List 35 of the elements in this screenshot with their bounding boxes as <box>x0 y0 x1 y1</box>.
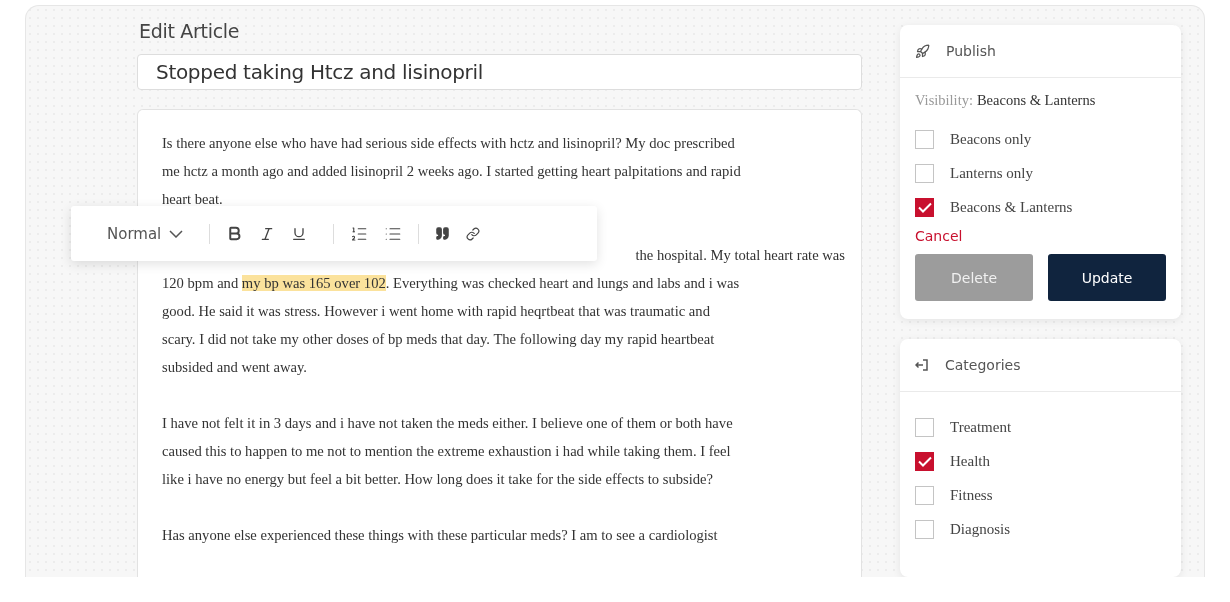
option-label: Beacons only <box>950 130 1032 148</box>
link-button[interactable] <box>466 226 481 241</box>
category-label: Fitness <box>950 486 993 504</box>
title-input[interactable]: Stopped taking Htcz and lisinopril <box>137 54 862 90</box>
paragraph-fragment: the hospital. My total heart rate was <box>635 246 845 265</box>
underline-button[interactable] <box>291 225 308 242</box>
paragraph: I have not felt it in 3 days and i have not taken the meds either. I believe one of them or both have caused this to happen to me not to mention the extreme exhaustion i had while taking them. I feel like i have no energy but feel a bit better. How long does it take for the side effects to subside? <box>162 414 734 489</box>
checkbox[interactable] <box>915 451 934 471</box>
checkbox[interactable] <box>915 519 934 539</box>
arrow-into-bracket-icon <box>915 358 929 372</box>
checkbox[interactable] <box>915 197 934 217</box>
category-label: Treatment <box>950 418 1012 436</box>
quote-button[interactable] <box>435 226 451 241</box>
option-label: Beacons & Lanterns <box>950 198 1073 216</box>
chevron-icon <box>169 229 184 238</box>
format-dropdown[interactable]: Normal <box>107 224 184 243</box>
card-title: Categories <box>945 357 1021 373</box>
paragraph: Is there anyone else who have had serious side effects with hctz and lisinopril? My doc prescribed me hctz a month ago and added lisinopril 2 weeks ago. I started getting heart palpitations and rapid heart beat. <box>162 134 742 209</box>
category-label: Health <box>950 452 990 470</box>
update-button[interactable]: Update <box>1048 254 1166 301</box>
checkbox[interactable] <box>915 163 934 183</box>
rocket-icon <box>915 43 930 59</box>
checkbox[interactable] <box>915 485 934 505</box>
paragraph: 120 bpm and my bp was 165 over 102. Everything was checked heart and lungs and labs and i was good. He said it was stress. However i went home with rapid heqrtbeat that was traumatic and scary. I did not take my other doses of bp meds that day. The following day my rapid heartbeat subsided and went away. <box>162 274 741 377</box>
numbered-list-button[interactable] <box>350 224 369 243</box>
option-label: Lanterns only <box>950 164 1033 182</box>
visibility-value: Beacons & Lanterns <box>976 92 1096 109</box>
category-label: Diagnosis <box>950 520 1010 538</box>
checkbox[interactable] <box>915 417 934 437</box>
checkbox[interactable] <box>915 129 934 149</box>
page-title: Edit Article <box>139 20 241 42</box>
visibility-label: Visibility: <box>915 92 973 109</box>
cancel-link[interactable]: Cancel <box>915 228 963 244</box>
paragraph: Has anyone else experienced these things with these particular meds? I am to see a cardiologist <box>162 526 719 545</box>
card-title: Publish <box>946 43 996 59</box>
